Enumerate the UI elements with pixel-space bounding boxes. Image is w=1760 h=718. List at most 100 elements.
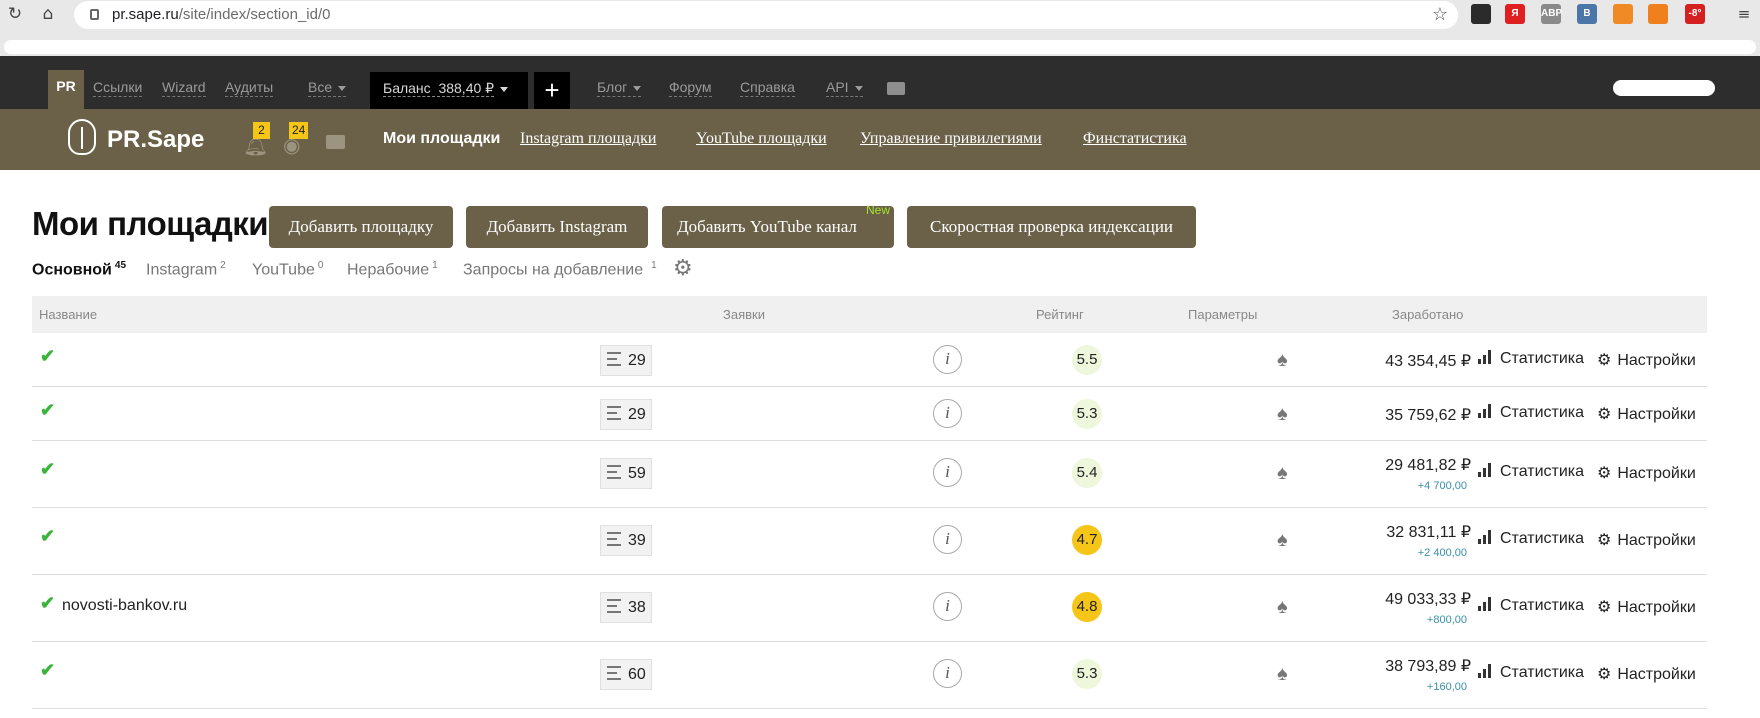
subnav-privileges[interactable]: Управление привилегиями xyxy=(860,130,1042,148)
subnav-instagram[interactable]: Instagram площадки xyxy=(520,130,656,148)
add-instagram-button[interactable]: Добавить Instagram xyxy=(466,206,648,248)
bookmarks-strip xyxy=(4,40,1756,54)
address-bar[interactable]: pr.sape.ru/site/index/section_id/0 ☆ xyxy=(74,1,1458,29)
nav-links[interactable]: Ссылки xyxy=(93,79,143,97)
bookmark-star-icon[interactable]: ☆ xyxy=(1432,4,1448,25)
statistics-link[interactable]: Статистика xyxy=(1478,350,1584,368)
brain-logo-icon[interactable] xyxy=(68,119,96,155)
tab-add-requests[interactable]: Запросы на добавление 1 xyxy=(463,260,657,279)
user-menu[interactable] xyxy=(1613,80,1715,96)
add-button[interactable]: + xyxy=(534,72,570,109)
header-name[interactable]: Название xyxy=(39,307,97,322)
header-earned[interactable]: Заработано xyxy=(1392,307,1463,322)
info-icon[interactable]: i xyxy=(933,345,962,374)
statistics-link[interactable]: Статистика xyxy=(1478,404,1584,422)
subnav-my-sites[interactable]: Мои площадки xyxy=(383,130,500,148)
bar-chart-icon xyxy=(1478,597,1493,611)
settings-link[interactable]: ⚙ Настройки xyxy=(1597,664,1696,684)
settings-label: Настройки xyxy=(1617,599,1696,616)
add-youtube-label: Добавить YouTube канал xyxy=(677,217,857,236)
nav-forum[interactable]: Форум xyxy=(669,79,712,97)
tab-broken-count: 1 xyxy=(432,260,438,271)
spade-icon[interactable]: ♠ xyxy=(1277,663,1288,686)
rss-extension-icon[interactable] xyxy=(1613,4,1633,24)
add-youtube-button[interactable]: Добавить YouTube канал New xyxy=(662,203,894,248)
spade-icon[interactable]: ♠ xyxy=(1277,462,1288,485)
nav-api[interactable]: API xyxy=(826,79,863,97)
tab-broken[interactable]: Нерабочие 1 xyxy=(347,260,438,279)
tab-instagram[interactable]: Instagram 2 xyxy=(146,260,226,279)
nav-wizard[interactable]: Wizard xyxy=(162,79,206,97)
requests-button[interactable]: 38 xyxy=(600,592,652,623)
settings-link[interactable]: ⚙ Настройки xyxy=(1597,350,1696,370)
adblock-extension-icon[interactable]: ABP xyxy=(1541,4,1562,24)
earned-amount: 32 831,11 ₽ xyxy=(1386,524,1471,541)
statistics-link[interactable]: Статистика xyxy=(1478,597,1584,615)
statistics-link[interactable]: Статистика xyxy=(1478,664,1584,682)
nav-all-label: Все xyxy=(308,79,333,95)
statistics-label: Статистика xyxy=(1500,597,1585,614)
pr-tab[interactable]: PR xyxy=(48,70,84,109)
subnav-finstat[interactable]: Финстатистика xyxy=(1083,130,1187,148)
nav-audits[interactable]: Аудиты xyxy=(225,79,274,97)
info-icon[interactable]: i xyxy=(933,458,962,487)
settings-label: Настройки xyxy=(1617,406,1696,423)
settings-link[interactable]: ⚙ Настройки xyxy=(1597,463,1696,483)
yandex-extension-icon[interactable]: Я xyxy=(1505,4,1525,24)
earned-delta: +160,00 xyxy=(1426,681,1467,693)
home-icon[interactable]: ⌂ xyxy=(37,3,59,25)
requests-button[interactable]: 59 xyxy=(600,458,652,489)
spade-icon[interactable]: ♠ xyxy=(1277,349,1288,372)
nav-blog[interactable]: Блог xyxy=(597,79,642,97)
info-icon[interactable]: i xyxy=(933,659,962,688)
requests-button[interactable]: 39 xyxy=(600,525,652,556)
settings-link[interactable]: ⚙ Настройки xyxy=(1597,597,1696,617)
bar-chart-icon xyxy=(1478,404,1493,418)
requests-button[interactable]: 29 xyxy=(600,399,652,430)
logo-text[interactable]: PR.Sape xyxy=(107,126,204,154)
info-icon[interactable]: i xyxy=(933,525,962,554)
header-params: Параметры xyxy=(1188,307,1258,322)
settings-link[interactable]: ⚙ Настройки xyxy=(1597,530,1696,550)
add-site-button[interactable]: Добавить площадку xyxy=(269,206,453,248)
weather-extension-icon[interactable]: -8° xyxy=(1685,4,1705,24)
checkmark-icon: ✔ xyxy=(40,459,56,479)
reload-icon[interactable]: ↻ xyxy=(4,3,26,25)
nav-help[interactable]: Справка xyxy=(740,79,795,97)
gear-icon: ⚙ xyxy=(1597,666,1612,683)
top-nav: PR Ссылки Wizard Аудиты Все Баланс 388,4… xyxy=(0,56,1760,109)
nav-all-dropdown[interactable]: Все xyxy=(308,79,347,97)
index-check-button[interactable]: Скоростная проверка индексации xyxy=(907,206,1196,248)
site-name[interactable]: novosti-bankov.ru xyxy=(62,597,187,615)
nav-blog-label: Блог xyxy=(597,79,628,95)
table-row: ✔ 60 i 5.3 ♠ 38 793,89 ₽ +160,00 Статистика ⚙ Нас… xyxy=(32,642,1707,709)
requests-button[interactable]: 60 xyxy=(600,659,652,690)
spade-icon[interactable]: ♠ xyxy=(1277,529,1288,552)
messages-icon[interactable] xyxy=(326,135,345,149)
tab-main[interactable]: Основной 45 xyxy=(32,260,126,279)
vk-extension-icon[interactable]: В xyxy=(1577,4,1597,24)
settings-link[interactable]: ⚙ Настройки xyxy=(1597,404,1696,424)
requests-button[interactable]: 29 xyxy=(600,345,652,376)
statistics-link[interactable]: Статистика xyxy=(1478,463,1584,481)
ext-1-extension-icon[interactable] xyxy=(1471,4,1491,24)
statistics-link[interactable]: Статистика xyxy=(1478,530,1584,548)
subnav-youtube[interactable]: YouTube площадки xyxy=(696,130,827,148)
header-requests[interactable]: Заявки xyxy=(723,307,765,322)
browser-toolbar: ↻ ⌂ pr.sape.ru/site/index/section_id/0 ☆… xyxy=(0,0,1760,30)
settings-label: Настройки xyxy=(1617,666,1696,683)
spade-icon[interactable]: ♠ xyxy=(1277,596,1288,619)
earned-amount: 49 033,33 ₽ xyxy=(1385,591,1471,608)
balance-dropdown[interactable]: Баланс 388,40 ₽ xyxy=(370,72,528,109)
menu-icon[interactable]: ≡ xyxy=(1733,3,1755,25)
ok-extension-icon[interactable] xyxy=(1648,4,1668,24)
tab-youtube[interactable]: YouTube 0 xyxy=(252,260,323,279)
header-rating[interactable]: Рейтинг xyxy=(1036,307,1084,322)
tab-add-requests-label: Запросы на добавление xyxy=(463,261,644,279)
info-icon[interactable]: i xyxy=(933,399,962,428)
chat-icon[interactable] xyxy=(887,82,905,95)
table-row: ✔ 59 i 5.4 ♠ 29 481,82 ₽ +4 700,00 Статистика ⚙ Н… xyxy=(32,441,1707,508)
gear-icon[interactable]: ⚙ xyxy=(673,258,695,280)
info-icon[interactable]: i xyxy=(933,592,962,621)
spade-icon[interactable]: ♠ xyxy=(1277,403,1288,426)
